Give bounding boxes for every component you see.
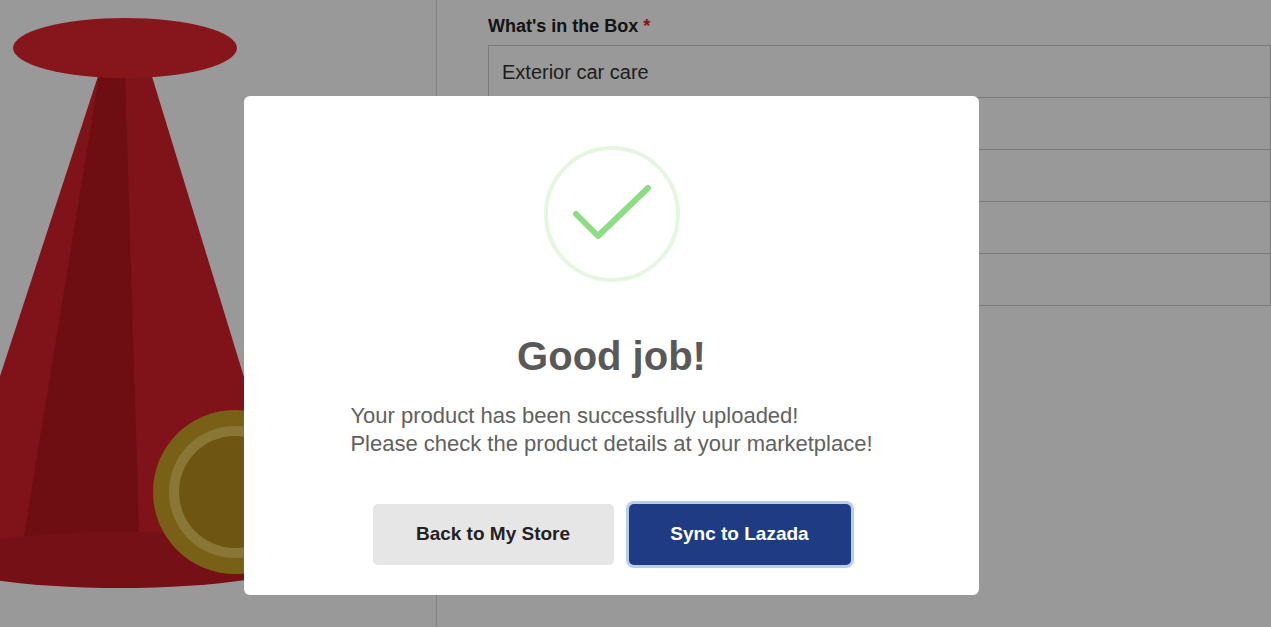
message-line: Please check the product details at your… [350, 430, 872, 458]
success-dialog: Good job! Your product has been successfu… [244, 96, 979, 595]
back-button[interactable]: Back to My Store [373, 504, 614, 565]
check-icon [572, 184, 652, 244]
modal-overlay: Good job! Your product has been successfu… [0, 0, 1271, 627]
dialog-buttons: Back to My StoreSync to Lazada [373, 504, 851, 565]
message-line: Your product has been successfully uploa… [350, 402, 872, 430]
sync-button[interactable]: Sync to Lazada [629, 504, 851, 565]
success-icon [544, 146, 680, 282]
dialog-message: Your product has been successfully uploa… [350, 402, 872, 458]
app: What's in the Box *Exterior car careGood… [0, 0, 1271, 627]
dialog-title: Good job! [517, 332, 706, 380]
